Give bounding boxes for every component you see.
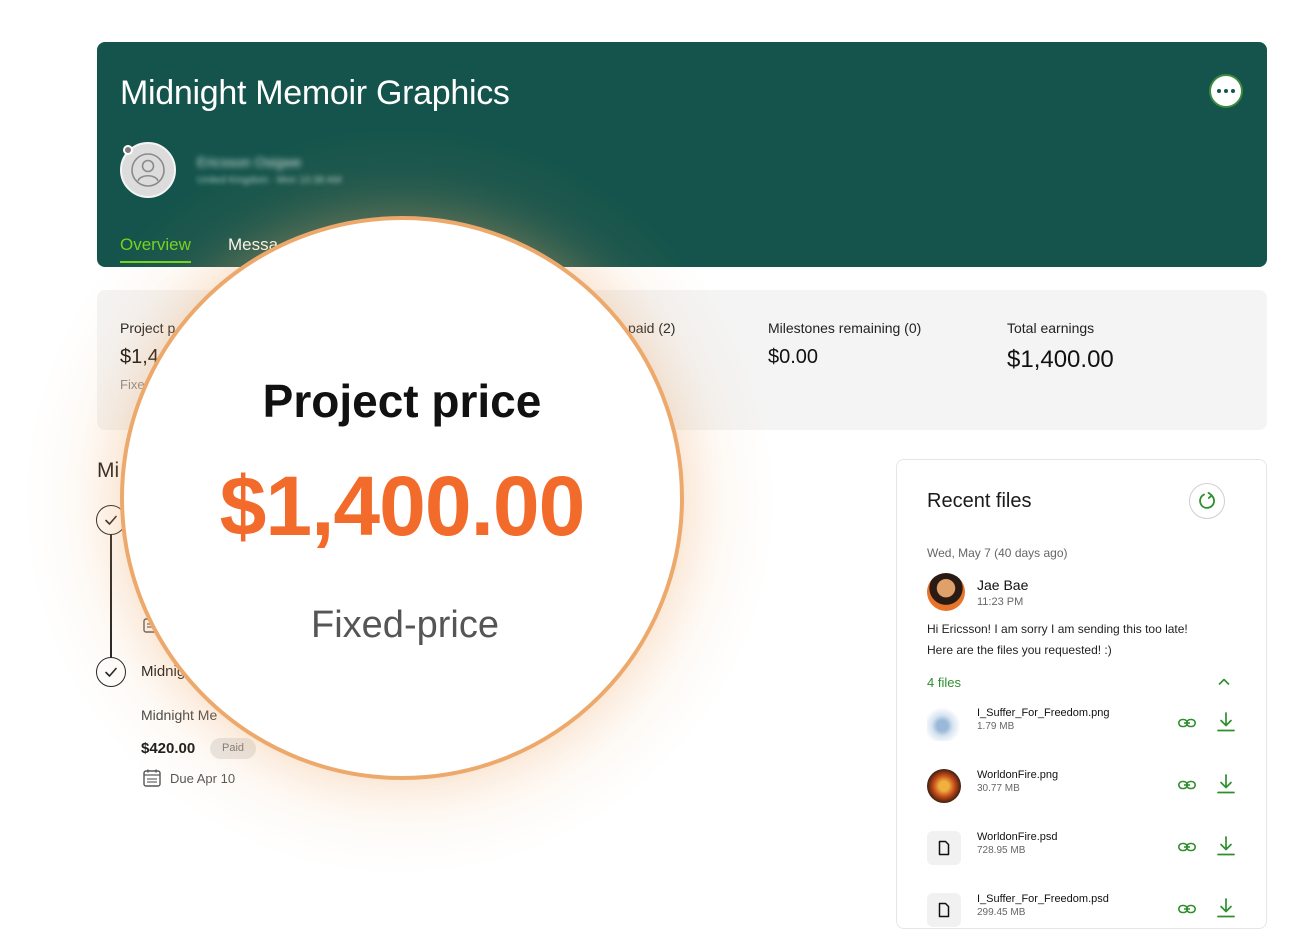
more-dot (1224, 89, 1228, 93)
magnified-price-label: Project price (262, 375, 542, 427)
file-name: I_Suffer_For_Freedom.png (977, 707, 1110, 719)
sender-avatar[interactable] (927, 573, 965, 611)
file-row: WorldonFire.psd 728.95 MB (927, 829, 1242, 869)
stat-value: $0.00 (768, 346, 819, 368)
milestone-check-icon (96, 657, 126, 687)
file-row: I_Suffer_For_Freedom.png 1.79 MB (927, 705, 1242, 745)
copy-link-icon[interactable] (1177, 899, 1197, 924)
stat-total-earnings: Total earnings $1,400.00 (1007, 320, 1114, 374)
milestone-due-date: Due Apr 10 (170, 771, 236, 786)
calendar-icon (142, 768, 162, 793)
client-meta: United Kingdom · Mon 10:38 AM (197, 175, 342, 186)
copy-link-icon[interactable] (1177, 713, 1197, 738)
file-size: 1.79 MB (977, 721, 1015, 732)
more-options-button[interactable] (1209, 74, 1243, 108)
more-dot (1217, 89, 1221, 93)
status-badge: Paid (210, 738, 256, 759)
user-icon (131, 153, 165, 187)
online-status-dot (123, 145, 133, 155)
milestones-title: Mi (97, 459, 120, 482)
files-count-toggle[interactable]: 4 files (927, 675, 961, 690)
message-text: Hi Ericsson! I am sorry I am sending thi… (927, 622, 1188, 636)
magnified-price-type: Fixed-price (311, 604, 499, 646)
file-size: 30.77 MB (977, 783, 1020, 794)
milestone-amount: $420.00 (141, 740, 196, 757)
magnified-price-value: $1,400.00 (219, 459, 586, 553)
project-price-magnifier: Project price $1,400.00 Fixed-price (120, 216, 684, 780)
download-icon[interactable] (1215, 772, 1237, 801)
project-header: Midnight Memoir Graphics Ericsson Osigwe… (97, 42, 1267, 267)
stat-label: Milestones remaining (0) (768, 320, 922, 336)
refresh-icon (1199, 491, 1215, 509)
recent-files-title: Recent files (927, 490, 1032, 512)
download-icon[interactable] (1215, 896, 1237, 925)
file-size: 728.95 MB (977, 845, 1026, 856)
download-icon[interactable] (1215, 834, 1237, 863)
copy-link-icon[interactable] (1177, 775, 1197, 800)
stat-value: $1,400.00 (1007, 346, 1114, 373)
client-avatar[interactable] (120, 142, 176, 198)
tab-overview[interactable]: Overview (120, 235, 191, 263)
stat-label: Total earnings (1007, 320, 1095, 336)
file-name: WorldonFire.png (977, 769, 1059, 781)
milestone-description: Midnight Me (141, 707, 218, 723)
file-thumbnail-document (927, 831, 961, 865)
download-icon[interactable] (1215, 710, 1237, 739)
stat-label: Project p (120, 320, 176, 336)
file-name: WorldonFire.psd (977, 831, 1058, 843)
document-icon (938, 840, 950, 856)
file-thumbnail-document (927, 893, 961, 927)
more-dot (1231, 89, 1235, 93)
file-thumbnail-image (927, 707, 961, 741)
sender-name: Jae Bae (977, 577, 1029, 593)
client-name: Ericsson Osigwe (197, 154, 302, 170)
document-icon (938, 902, 950, 918)
file-name: I_Suffer_For_Freedom.psd (977, 893, 1109, 905)
stat-milestones-remaining: Milestones remaining (0) $0.00 (768, 320, 921, 369)
file-row: WorldonFire.png 30.77 MB (927, 767, 1242, 807)
message-text: Here are the files you requested! :) (927, 643, 1112, 657)
refresh-button[interactable] (1189, 483, 1225, 519)
file-row: I_Suffer_For_Freedom.psd 299.45 MB (927, 891, 1242, 928)
copy-link-icon[interactable] (1177, 837, 1197, 862)
chevron-up-icon[interactable] (1217, 675, 1231, 694)
file-thumbnail-image (927, 769, 961, 803)
recent-files-card: Recent files Wed, May 7 (40 days ago) Ja… (896, 459, 1267, 929)
file-size: 299.45 MB (977, 907, 1026, 918)
timeline-line (110, 532, 112, 658)
message-date: Wed, May 7 (40 days ago) (927, 546, 1068, 560)
stat-label: paid (2) (628, 320, 676, 336)
sender-time: 11:23 PM (977, 596, 1024, 608)
project-title: Midnight Memoir Graphics (120, 74, 510, 112)
